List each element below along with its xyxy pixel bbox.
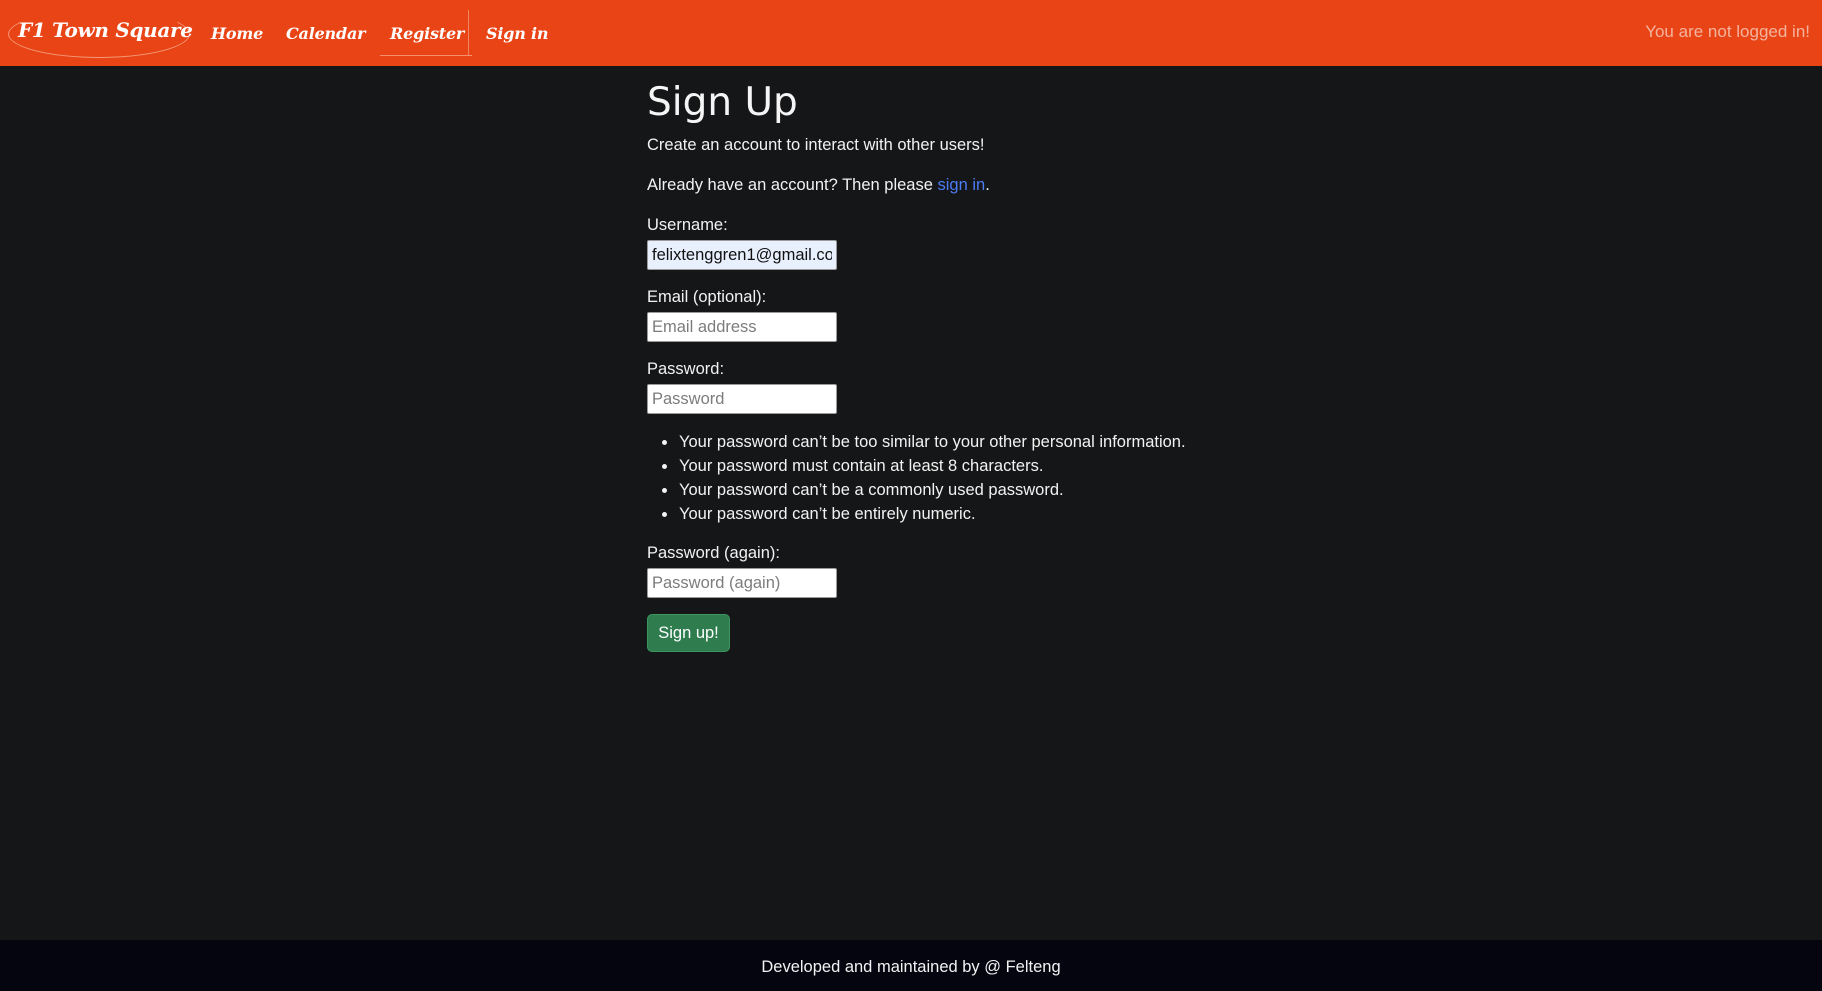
navbar: F1 Town Square Home Calendar Register Si…: [0, 0, 1822, 66]
password-again-label: Password (again):: [647, 544, 780, 562]
email-input[interactable]: [647, 312, 837, 342]
bullet-icon: [662, 440, 667, 445]
nav-calendar[interactable]: Calendar: [286, 24, 366, 43]
footer: Developed and maintained by @ Felteng: [0, 940, 1822, 991]
password-rule: Your password can’t be a commonly used p…: [647, 478, 1186, 502]
sign-in-link[interactable]: sign in: [937, 176, 985, 194]
nav-sign-in[interactable]: Sign in: [486, 24, 549, 43]
password-input[interactable]: [647, 384, 837, 414]
bullet-icon: [662, 512, 667, 517]
username-label: Username:: [647, 216, 728, 234]
page-title: Sign Up: [647, 80, 798, 125]
sign-up-button[interactable]: Sign up!: [647, 614, 730, 652]
bullet-icon: [662, 488, 667, 493]
footer-credit: Developed and maintained by @ Felteng: [761, 958, 1061, 976]
password-rule-text: Your password must contain at least 8 ch…: [679, 457, 1044, 475]
signin-prompt-text: Already have an account? Then please: [647, 176, 938, 194]
password-label: Password:: [647, 360, 725, 378]
nav-register[interactable]: Register: [390, 24, 464, 43]
password-again-input[interactable]: [647, 568, 837, 598]
username-input[interactable]: [647, 240, 837, 270]
password-rule-text: Your password can’t be too similar to yo…: [679, 433, 1186, 451]
nav-active-indicator: [380, 55, 472, 56]
password-rule: Your password can’t be too similar to yo…: [647, 430, 1186, 454]
brand-logo[interactable]: F1 Town Square: [18, 18, 193, 42]
nav-active-divider: [468, 10, 469, 55]
nav-home[interactable]: Home: [211, 24, 263, 43]
intro-text: Create an account to interact with other…: [647, 136, 985, 154]
password-rules-list: Your password can’t be too similar to yo…: [647, 430, 1186, 526]
signin-prompt-suffix: .: [985, 176, 990, 194]
signin-prompt: Already have an account? Then please sig…: [647, 176, 990, 195]
bullet-icon: [662, 464, 667, 469]
email-label: Email (optional):: [647, 288, 767, 306]
password-rule: Your password must contain at least 8 ch…: [647, 454, 1186, 478]
password-rule-text: Your password can’t be a commonly used p…: [679, 481, 1064, 499]
login-status: You are not logged in!: [1645, 22, 1810, 41]
password-rule: Your password can’t be entirely numeric.: [647, 502, 1186, 526]
password-rule-text: Your password can’t be entirely numeric.: [679, 505, 976, 523]
